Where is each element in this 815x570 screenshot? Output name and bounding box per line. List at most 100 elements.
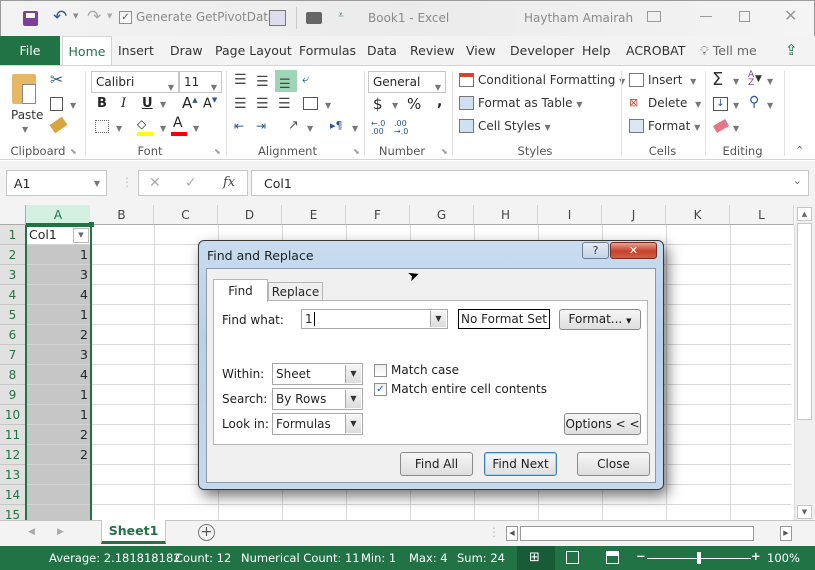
comma-style-button[interactable]: , bbox=[437, 94, 442, 110]
row-header[interactable]: 10 bbox=[0, 405, 26, 425]
currency-dropdown-icon[interactable]: ▼ bbox=[392, 101, 398, 110]
alignment-launcher-icon[interactable]: ⬊ bbox=[353, 147, 360, 156]
row-header[interactable]: 11 bbox=[0, 425, 26, 445]
font-launcher-icon[interactable]: ⬊ bbox=[214, 147, 221, 156]
number-format-combo[interactable]: General ▼ bbox=[368, 71, 446, 93]
vertical-scroll-thumb[interactable] bbox=[797, 223, 812, 420]
format-cells-button[interactable]: Format ▼ bbox=[648, 119, 700, 133]
scroll-up-icon[interactable]: ▲ bbox=[797, 207, 812, 221]
generate-getpivotdata-toggle[interactable]: ✓ Generate GetPivotData bbox=[119, 10, 275, 24]
row-header[interactable]: 13 bbox=[0, 465, 26, 485]
borders-icon[interactable] bbox=[95, 120, 109, 133]
cell-a3[interactable]: 3 bbox=[26, 265, 91, 285]
column-header-j[interactable]: J bbox=[602, 205, 666, 225]
customize-qat-icon[interactable]: ⩡ bbox=[338, 10, 344, 21]
select-all-corner[interactable] bbox=[0, 205, 26, 225]
scroll-sheets-left-icon[interactable]: ◀ bbox=[28, 527, 35, 537]
search-select[interactable]: By Rows ▼ bbox=[272, 388, 363, 410]
redo-dropdown-icon[interactable]: ▼ bbox=[107, 12, 112, 20]
filter-dropdown-button[interactable]: ▼ bbox=[73, 228, 89, 243]
percent-button[interactable]: % bbox=[407, 95, 421, 113]
within-select[interactable]: Sheet ▼ bbox=[272, 363, 363, 385]
middle-align-icon[interactable]: ☰ bbox=[256, 74, 269, 90]
underline-button[interactable]: U bbox=[142, 96, 153, 111]
tab-page-layout[interactable]: Page Layout bbox=[215, 36, 292, 65]
share-icon[interactable]: ⇪ bbox=[785, 36, 798, 65]
formula-input[interactable]: Col1 ⌄ bbox=[251, 170, 809, 196]
enter-check-icon[interactable]: ✓ bbox=[185, 175, 197, 191]
find-what-input[interactable]: 1 ▼ bbox=[301, 309, 448, 329]
fill-dropdown-icon[interactable]: ▼ bbox=[733, 101, 739, 110]
undo-icon[interactable]: ↶ bbox=[53, 7, 67, 27]
orientation-icon[interactable]: ↗ bbox=[288, 118, 299, 133]
tab-review[interactable]: Review bbox=[410, 36, 455, 65]
sheet-tab-sheet1[interactable]: Sheet1 bbox=[101, 520, 166, 544]
row-header[interactable]: 6 bbox=[0, 325, 26, 345]
row-header[interactable]: 5 bbox=[0, 305, 26, 325]
horizontal-scroll-thumb[interactable] bbox=[520, 526, 754, 541]
row-header[interactable]: 3 bbox=[0, 265, 26, 285]
increase-decimal-icon[interactable]: ←.0.00 bbox=[371, 120, 385, 136]
clear-eraser-icon[interactable] bbox=[712, 119, 730, 133]
cell-a13[interactable] bbox=[26, 465, 91, 485]
tab-view[interactable]: View bbox=[466, 36, 496, 65]
decrease-indent-icon[interactable]: ⇤ bbox=[234, 119, 244, 133]
bold-button[interactable]: B bbox=[97, 96, 107, 111]
paste-icon[interactable] bbox=[12, 74, 36, 104]
orientation-dropdown-icon[interactable]: ▼ bbox=[307, 124, 313, 133]
currency-button[interactable]: $ bbox=[373, 95, 383, 113]
match-entire-checkbox[interactable]: ✓ bbox=[374, 383, 387, 396]
format-as-table-button[interactable]: Format as Table ▼ bbox=[478, 96, 583, 110]
row-header[interactable]: 1 bbox=[0, 225, 26, 245]
find-all-button[interactable]: Find All bbox=[400, 452, 473, 476]
cell-a6[interactable]: 2 bbox=[26, 325, 91, 345]
cut-icon[interactable]: ✂ bbox=[50, 70, 63, 89]
copy-dropdown-icon[interactable]: ▼ bbox=[70, 101, 76, 110]
row-header[interactable]: 7 bbox=[0, 345, 26, 365]
column-header-e[interactable]: E bbox=[282, 205, 346, 225]
cancel-icon[interactable]: ✕ bbox=[149, 175, 161, 191]
align-left-icon[interactable]: ☰ bbox=[234, 96, 247, 112]
column-header-g[interactable]: G bbox=[410, 205, 474, 225]
tab-insert[interactable]: Insert bbox=[118, 36, 154, 65]
row-header[interactable]: 14 bbox=[0, 485, 26, 505]
sort-filter-dropdown-icon[interactable]: ▼ bbox=[767, 77, 773, 86]
undo-dropdown-icon[interactable]: ▼ bbox=[73, 12, 78, 20]
find-select-dropdown-icon[interactable]: ▼ bbox=[767, 101, 773, 110]
sort-filter-icon[interactable]: AZ bbox=[748, 71, 754, 88]
paste-dropdown-icon[interactable]: ▼ bbox=[22, 125, 28, 134]
cell-a12[interactable]: 2 bbox=[26, 445, 91, 465]
normal-view-button[interactable]: ⊞ bbox=[517, 546, 555, 570]
tab-splitter[interactable]: ⋮ bbox=[488, 525, 500, 539]
fill-color-dropdown-icon[interactable]: ▼ bbox=[160, 124, 166, 133]
cell-a10[interactable]: 1 bbox=[26, 405, 91, 425]
column-header-i[interactable]: I bbox=[538, 205, 602, 225]
align-center-icon[interactable]: ☰ bbox=[256, 96, 269, 112]
tell-me-search[interactable]: 💡︎ Tell me bbox=[700, 36, 757, 65]
insert-cells-button[interactable]: Insert ▼ bbox=[648, 73, 696, 87]
column-header-c[interactable]: C bbox=[154, 205, 218, 225]
tab-draw[interactable]: Draw bbox=[170, 36, 203, 65]
column-header-f[interactable]: F bbox=[346, 205, 410, 225]
help-button[interactable]: ? bbox=[582, 242, 609, 259]
close-window-icon[interactable]: ✕ bbox=[784, 6, 797, 25]
scroll-down-icon[interactable]: ▼ bbox=[797, 505, 812, 519]
paste-button[interactable]: Paste bbox=[11, 108, 43, 122]
collapse-ribbon-icon[interactable]: ⌃ bbox=[795, 144, 804, 157]
autosum-dropdown-icon[interactable]: ▼ bbox=[733, 77, 739, 86]
copy-icon[interactable] bbox=[50, 97, 63, 111]
row-header[interactable]: 9 bbox=[0, 385, 26, 405]
text-direction-icon[interactable]: ▸¶ bbox=[330, 119, 343, 132]
vertical-scrollbar[interactable]: ▲ ▼ bbox=[795, 205, 815, 520]
page-break-preview-icon[interactable] bbox=[606, 551, 619, 564]
camera-icon[interactable] bbox=[306, 12, 322, 24]
tab-developer[interactable]: Developer bbox=[510, 36, 574, 65]
new-sheet-icon[interactable]: + bbox=[198, 524, 215, 541]
align-right-icon[interactable]: ☰ bbox=[278, 96, 291, 112]
fill-color-icon[interactable]: ◇ bbox=[137, 117, 146, 131]
cell-a8[interactable]: 4 bbox=[26, 365, 91, 385]
zoom-in-button[interactable]: + bbox=[751, 549, 761, 563]
insert-function-button[interactable]: fx bbox=[223, 175, 235, 190]
find-select-icon[interactable]: ⚲ bbox=[749, 94, 759, 110]
dialog-close-icon[interactable]: ✕ bbox=[610, 242, 657, 259]
